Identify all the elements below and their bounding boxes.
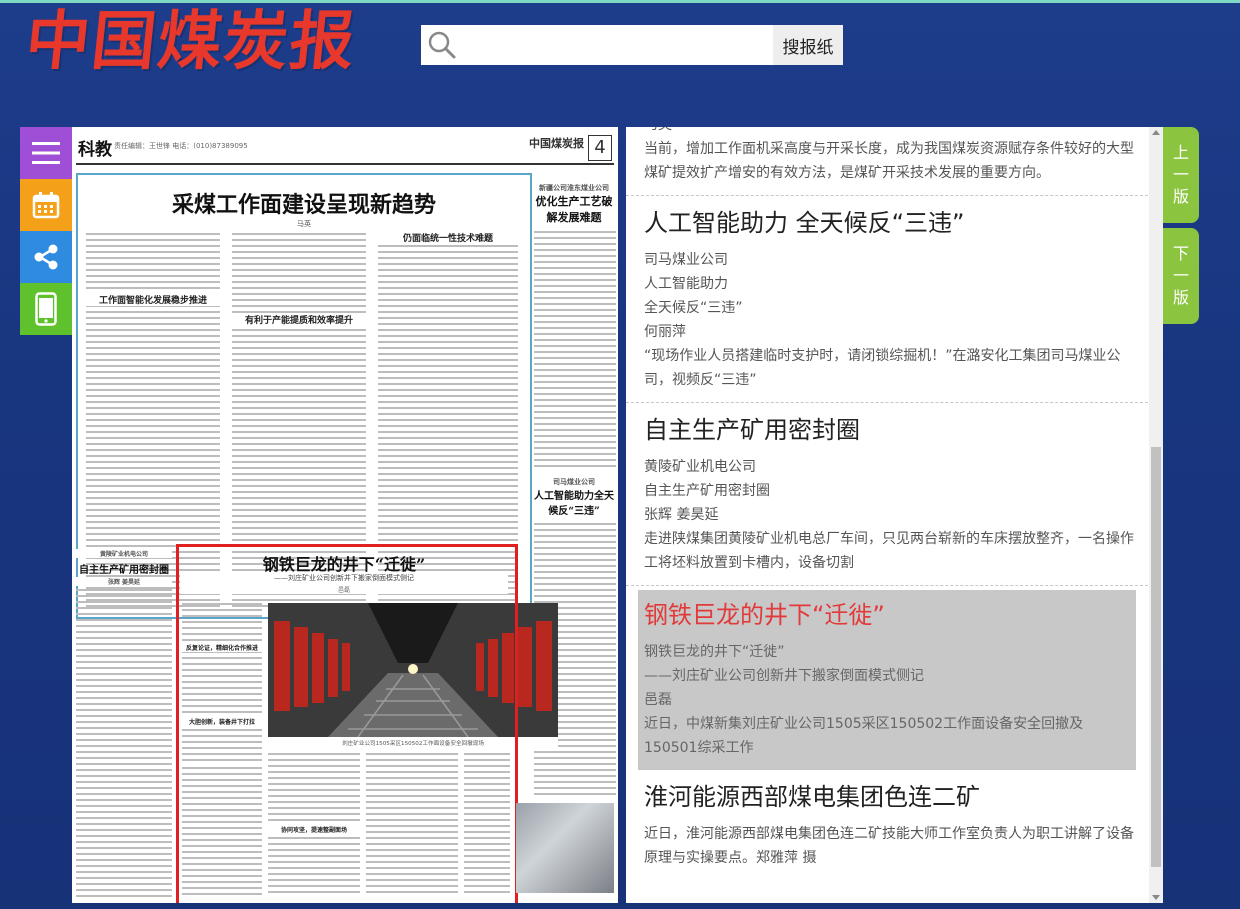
prev-label-char: 版 <box>1172 187 1189 206</box>
newspaper-page[interactable]: 科教 责任编辑：王世锋 电话：(010)87389095 中国煤炭报 4 采煤工… <box>72 127 618 903</box>
article-line: 张辉 姜昊延 <box>644 507 719 523</box>
search-icon[interactable] <box>427 30 457 60</box>
workshop-photo <box>516 803 614 893</box>
article-line: ——刘庄矿业公司创新井下搬家倒面模式侧记 <box>644 668 924 684</box>
main-headline: 采煤工作面建设呈现新趋势 <box>171 192 436 218</box>
share-button[interactable] <box>20 231 72 283</box>
article-item[interactable]: 马英 当前，增加工作面机采高度与开采长度，成为我国煤炭资源赋存条件较好的大型煤矿… <box>626 127 1148 196</box>
mobile-button[interactable] <box>20 283 72 335</box>
main-subhead-1: 工作面智能化发展稳步推进 <box>86 293 220 306</box>
article-line: 自主生产矿用密封圈 <box>644 483 770 499</box>
section-name: 科教 <box>78 140 112 160</box>
selected-article-highlight[interactable] <box>176 544 518 903</box>
article-line: 黄陵矿业机电公司 <box>644 459 756 475</box>
left-toolbar <box>20 127 72 335</box>
article-line: 何丽萍 <box>644 324 686 340</box>
article-item-active[interactable]: 钢铁巨龙的井下“迁徙” 钢铁巨龙的井下“迁徙” ——刘庄矿业公司创新井下搬家倒面… <box>638 590 1136 770</box>
article-item[interactable]: 自主生产矿用密封圈 黄陵矿业机电公司 自主生产矿用密封圈 张辉 姜昊延 走进陕煤… <box>626 411 1148 586</box>
share-icon <box>34 244 58 270</box>
left-bottom-column <box>76 589 172 897</box>
page-masthead: 中国煤炭报 <box>529 137 584 150</box>
menu-icon <box>32 142 60 164</box>
article-title[interactable]: 人工智能助力 全天候反“三违” <box>644 204 1136 242</box>
right-col-title[interactable]: 优化生产工艺破解发展难题 <box>532 193 616 225</box>
article-line: 当前，增加工作面机采高度与开采长度，成为我国煤炭资源赋存条件较好的大型煤矿提效扩… <box>644 141 1134 181</box>
article-line: 近日，淮河能源西部煤电集团色连二矿技能大师工作室负责人为职工讲解了设备原理与实操… <box>644 826 1134 866</box>
mobile-icon <box>35 292 57 326</box>
article-line: 走进陕煤集团黄陵矿业机电总厂车间，只见两台崭新的车床摆放整齐，一名操作工将坯料放… <box>644 531 1134 571</box>
next-label-char: 一 <box>1172 266 1189 285</box>
page-header: 科教 责任编辑：王世锋 电话：(010)87389095 中国煤炭报 4 <box>76 135 614 165</box>
right-column-text <box>534 231 616 471</box>
prev-label-char: 上 <box>1172 143 1189 162</box>
newspaper-logo[interactable]: 中国煤炭报 <box>22 2 370 82</box>
article-line: 邑磊 <box>644 692 672 708</box>
left-bottom-org: 黄陵矿业机电公司 <box>76 549 172 558</box>
article-title[interactable]: 淮河能源西部煤电集团色连二矿 <box>644 778 1136 816</box>
next-edition-button[interactable]: 下 一 版 <box>1163 228 1199 324</box>
left-bottom-title[interactable]: 自主生产矿用密封圈 <box>74 561 174 576</box>
editor-meta: 责任编辑：王世锋 电话：(010)87389095 <box>114 142 248 150</box>
article-line: 全天候反“三违” <box>644 300 743 316</box>
scroll-up-arrow-icon[interactable] <box>1152 130 1160 135</box>
right-col-org-2: 司马煤业公司 <box>534 477 614 487</box>
page-number: 4 <box>588 135 612 161</box>
right-col-org: 新疆公司淮东煤业公司 <box>534 183 614 193</box>
left-bottom-byline: 张辉 姜昊延 <box>76 577 172 586</box>
search-button[interactable]: 搜报纸 <box>773 25 843 65</box>
vertical-scrollbar[interactable] <box>1149 127 1163 903</box>
article-line: 近日，中煤新集刘庄矿业公司1505采区150502工作面设备安全回撤及15050… <box>644 716 1084 756</box>
main-subhead-3: 仍面临统一性技术难题 <box>378 231 518 244</box>
article-line: 司马煤业公司 <box>644 252 728 268</box>
article-title[interactable]: 钢铁巨龙的井下“迁徙” <box>644 596 1128 634</box>
article-list-panel[interactable]: 马英 当前，增加工作面机采高度与开采长度，成为我国煤炭资源赋存条件较好的大型煤矿… <box>626 127 1163 903</box>
calendar-icon <box>32 192 60 219</box>
search-input[interactable] <box>465 27 794 65</box>
article-title[interactable]: 自主生产矿用密封圈 <box>644 411 1136 449</box>
calendar-button[interactable] <box>20 179 72 231</box>
article-list: 马英 当前，增加工作面机采高度与开采长度，成为我国煤炭资源赋存条件较好的大型煤矿… <box>626 127 1148 884</box>
scroll-down-arrow-icon[interactable] <box>1152 895 1160 900</box>
article-line: 人工智能助力 <box>644 276 728 292</box>
next-label-char: 版 <box>1172 288 1189 307</box>
article-item[interactable]: 人工智能助力 全天候反“三违” 司马煤业公司 人工智能助力 全天候反“三违” 何… <box>626 204 1148 403</box>
article-line: “现场作业人员搭建临时支护时，请闭锁综掘机！”在潞安化工集团司马煤业公司，视频反… <box>644 348 1121 388</box>
menu-button[interactable] <box>20 127 72 179</box>
prev-label-char: 一 <box>1172 165 1189 184</box>
main-byline: 马英 <box>297 220 311 228</box>
scrollbar-thumb[interactable] <box>1151 447 1161 867</box>
main-subhead-2: 有利于产能提质和效率提升 <box>232 313 366 326</box>
article-line: 钢铁巨龙的井下“迁徙” <box>644 644 785 660</box>
article-item[interactable]: 淮河能源西部煤电集团色连二矿 近日，淮河能源西部煤电集团色连二矿技能大师工作室负… <box>626 778 1148 880</box>
previous-edition-button[interactable]: 上 一 版 <box>1163 127 1199 223</box>
article-line: 马英 <box>644 127 1136 137</box>
right-col-title-2[interactable]: 人工智能助力全天候反“三违” <box>532 487 616 517</box>
search-bar: 搜报纸 <box>421 25 843 65</box>
next-label-char: 下 <box>1172 244 1189 263</box>
